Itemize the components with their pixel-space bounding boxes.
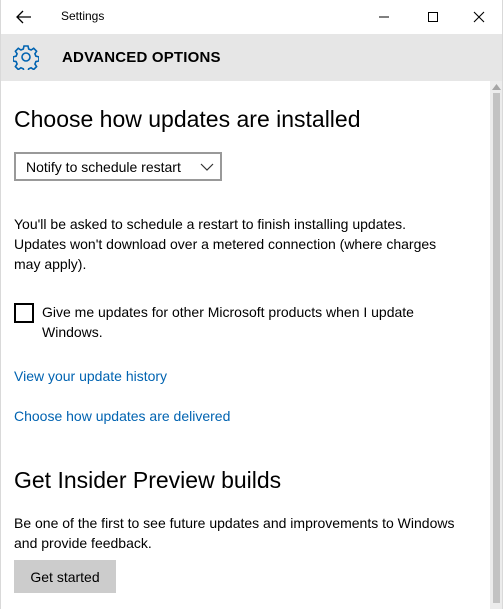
close-icon [473, 11, 485, 23]
checkbox-label-line: Give me updates for other Microsoft prod… [42, 304, 414, 320]
page-title: ADVANCED OPTIONS [62, 49, 221, 66]
close-button[interactable] [456, 0, 502, 34]
description-line: may apply). [14, 256, 87, 272]
restart-mode-dropdown[interactable]: Notify to schedule restart [14, 152, 222, 181]
section-heading-updates: Choose how updates are installed [14, 106, 361, 132]
minimize-button[interactable] [361, 0, 407, 34]
dropdown-selected-value: Notify to schedule restart [26, 159, 181, 175]
back-button[interactable] [9, 4, 39, 30]
update-description: You'll be asked to schedule a restart to… [14, 214, 436, 274]
delivery-options-link[interactable]: Choose how updates are delivered [14, 408, 230, 424]
title-bar: Settings [1, 0, 502, 34]
description-line: Be one of the first to see future update… [14, 515, 455, 531]
vertical-scrollbar[interactable] [490, 81, 502, 609]
description-line: and provide feedback. [14, 535, 152, 551]
section-heading-insider: Get Insider Preview builds [14, 467, 282, 493]
checkbox-label-line: Windows. [42, 324, 103, 340]
scrollbar-thumb[interactable] [493, 93, 500, 603]
description-line: You'll be asked to schedule a restart to… [14, 216, 407, 232]
page-header: ADVANCED OPTIONS [1, 34, 502, 81]
maximize-icon [428, 12, 438, 22]
settings-content: Choose how updates are installed Notify … [1, 81, 490, 609]
scroll-up-button[interactable] [490, 81, 502, 93]
settings-window: Settings ADVANCED OPTIONS Choose how upd… [0, 0, 503, 609]
insider-description: Be one of the first to see future update… [14, 513, 454, 553]
get-started-button[interactable]: Get started [14, 560, 116, 593]
chevron-up-icon [492, 84, 501, 90]
minimize-icon [379, 16, 389, 18]
window-title: Settings [61, 9, 105, 23]
checkbox-label[interactable]: Give me updates for other Microsoft prod… [42, 302, 462, 342]
description-line: Updates won't download over a metered co… [14, 236, 437, 252]
microsoft-products-checkbox[interactable] [14, 303, 34, 323]
gear-icon [13, 45, 39, 70]
maximize-button[interactable] [410, 0, 456, 34]
back-arrow-icon [16, 10, 31, 24]
chevron-down-icon [200, 163, 214, 171]
update-history-link[interactable]: View your update history [14, 368, 167, 384]
